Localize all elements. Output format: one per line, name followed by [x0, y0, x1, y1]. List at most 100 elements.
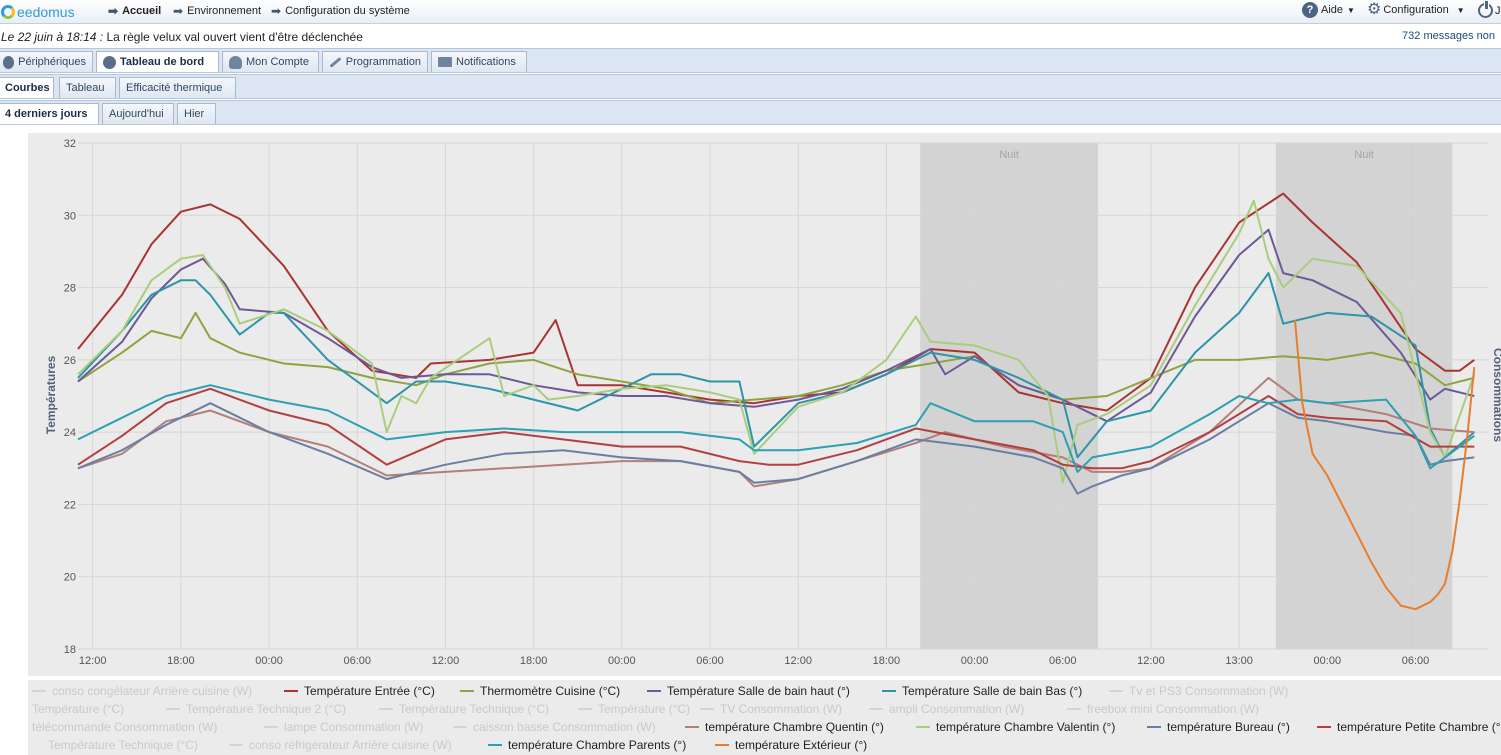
eedomus-logo[interactable]: eedomus [1, 3, 75, 21]
x-tick-label: 12:00 [79, 655, 107, 667]
legend-item[interactable]: température Petite Chambre (°) [1317, 720, 1501, 734]
series-line [77, 192, 1475, 412]
tab-hier[interactable]: Hier [177, 103, 216, 124]
legend-item-inactive[interactable]: freebox mini Consommation (W) [1067, 702, 1259, 716]
legend-item-inactive[interactable]: conso réfrigérateur Arrière cuisine (W) [229, 738, 452, 752]
devices-icon [3, 55, 15, 69]
legend-item-inactive[interactable]: caisson basse Consommation (W) [453, 720, 656, 734]
x-tick-label: 12:00 [1137, 655, 1165, 667]
legend-item-inactive[interactable]: Température Technique (°C) [379, 702, 549, 716]
chevron-down-icon: ▼ [1347, 5, 1355, 15]
legend-item[interactable]: température Chambre Parents (°) [488, 738, 686, 752]
nav-environnement[interactable]: ➡ Environnement [173, 4, 261, 18]
tab-tableau[interactable]: Tableau [59, 77, 116, 98]
chart-legend: conso congélateur Arrière cuisine (W) Te… [28, 680, 1501, 755]
x-tick-label: 06:00 [696, 655, 724, 667]
period-tab-bar: 4 derniers jours Aujourd'hui Hier [0, 100, 1501, 125]
legend-item-inactive[interactable]: Température (°C) [32, 702, 124, 716]
y-tick-label: 22 [64, 499, 76, 511]
chevron-down-icon: ▼ [1456, 5, 1465, 15]
x-tick-label: 13:00 [1225, 655, 1253, 667]
user-icon [229, 55, 242, 69]
help-menu[interactable]: ? Aide ▼ [1302, 2, 1355, 18]
tab-notifications-label: Notifications [456, 56, 516, 68]
temperature-chart-panel: Nuit Nuit 18 20 22 24 26 28 30 32 12:00 18:00 00:0… [28, 133, 1501, 676]
legend-item-inactive[interactable]: lampe Consommation (W) [264, 720, 423, 734]
nav-configuration-systeme-label: Configuration du système [285, 5, 410, 17]
night-band-label: Nuit [999, 149, 1019, 161]
configuration-label: Configuration [1383, 4, 1449, 16]
legend-item[interactable]: Température Entrée (°C) [284, 684, 435, 698]
y-tick-label: 18 [64, 644, 76, 656]
legend-item[interactable]: température Chambre Quentin (°) [685, 720, 884, 734]
legend-item-inactive[interactable]: Température Technique 2 (°C) [166, 702, 346, 716]
tab-notifications[interactable]: Notifications [431, 51, 527, 72]
x-tick-label: 06:00 [343, 655, 371, 667]
message-date: Le 22 juin à 18:14 : [1, 30, 104, 44]
x-tick-label: 00:00 [255, 655, 283, 667]
tab-peripheriques[interactable]: Périphériques [0, 51, 93, 72]
nav-configuration-systeme[interactable]: ➡ Configuration du système [271, 4, 410, 18]
user-menu[interactable]: J [1478, 1, 1501, 18]
y-tick-label: 32 [64, 138, 76, 150]
tab-mon-compte[interactable]: Mon Compte [222, 51, 319, 72]
legend-item[interactable]: température Chambre Valentin (°) [916, 720, 1115, 734]
magic-wand-icon [329, 56, 342, 68]
tab-tableau-de-bord[interactable]: Tableau de bord [96, 51, 219, 72]
top-navigation-bar: eedomus ➡ Accueil ➡ Environnement ➡ Conf… [0, 0, 1501, 24]
y-tick-label: 30 [64, 210, 76, 222]
sub-tab-bar: Courbes Tableau Efficacité thermique [0, 74, 1501, 99]
legend-item-inactive[interactable]: conso congélateur Arrière cuisine (W) [32, 684, 252, 698]
message-text: La règle velux val ouvert vient d'être d… [106, 30, 363, 44]
arrow-right-icon: ➡ [271, 4, 282, 18]
gear-icon: ⚙ [1367, 1, 1382, 18]
tab-programmation-label: Programmation [345, 56, 421, 68]
help-icon: ? [1302, 2, 1318, 18]
legend-item-inactive[interactable]: ampli Consommation (W) [869, 702, 1024, 716]
tab-aujourdhui[interactable]: Aujourd'hui [102, 103, 174, 124]
nav-accueil[interactable]: ➡ Accueil [108, 4, 161, 18]
x-tick-label: 06:00 [1402, 655, 1430, 667]
legend-item[interactable]: Thermomètre Cuisine (°C) [460, 684, 620, 698]
tab-tableau-de-bord-label: Tableau de bord [120, 56, 205, 68]
legend-item[interactable]: Température Salle de bain haut (°) [647, 684, 850, 698]
legend-item-inactive[interactable]: Tv et PS3 Consommation (W) [1109, 684, 1288, 698]
user-initial: J [1495, 4, 1501, 17]
tab-peripheriques-label: Périphériques [18, 56, 86, 68]
legend-item[interactable]: température Bureau (°) [1147, 720, 1290, 734]
y-tick-label: 28 [64, 283, 76, 295]
logo-text: eedomus [17, 4, 75, 20]
notification-bar: Le 22 juin à 18:14 : La règle velux val … [0, 25, 1501, 47]
tab-efficacite-thermique[interactable]: Efficacité thermique [119, 77, 236, 98]
legend-item-inactive[interactable]: TV Consommation (W) [700, 702, 842, 716]
last-message[interactable]: Le 22 juin à 18:14 : La règle velux val … [1, 30, 363, 44]
help-label: Aide [1321, 4, 1344, 16]
series-line [77, 387, 1475, 470]
x-tick-label: 06:00 [1049, 655, 1077, 667]
y-tick-label: 24 [64, 427, 76, 439]
night-band [920, 143, 1099, 649]
logo-ring-icon [1, 5, 15, 19]
dashboard-icon [103, 55, 116, 69]
y-axis-title: Températures [44, 355, 58, 434]
legend-item-inactive[interactable]: télécommande Consommation (W) [32, 720, 217, 734]
tab-programmation[interactable]: Programmation [322, 51, 428, 72]
message-count[interactable]: 732 messages non [1402, 30, 1495, 42]
legend-item[interactable]: Température Salle de bain Bas (°) [882, 684, 1082, 698]
legend-item-inactive[interactable]: Température (°C) [578, 702, 690, 716]
arrow-right-icon: ➡ [173, 4, 184, 18]
x-tick-label: 18:00 [167, 655, 195, 667]
legend-item[interactable]: température Extérieur (°) [715, 738, 867, 752]
configuration-menu[interactable]: ⚙ Configuration ▼ [1367, 2, 1465, 18]
tab-courbes[interactable]: Courbes [0, 77, 54, 98]
temperature-chart[interactable]: Nuit Nuit 18 20 22 24 26 28 30 32 12:00 18:00 00:0… [28, 133, 1501, 676]
tab-4-derniers-jours[interactable]: 4 derniers jours [0, 103, 99, 124]
series-line [77, 228, 1475, 423]
power-icon [1478, 1, 1493, 18]
main-tab-bar: Périphériques Tableau de bord Mon Compte… [0, 48, 1501, 73]
x-tick-label: 00:00 [608, 655, 636, 667]
series-line [77, 311, 1475, 405]
legend-item-inactive[interactable]: Température Technique (°C) [48, 738, 198, 752]
arrow-right-icon: ➡ [108, 4, 119, 18]
y-tick-label: 20 [64, 572, 76, 584]
